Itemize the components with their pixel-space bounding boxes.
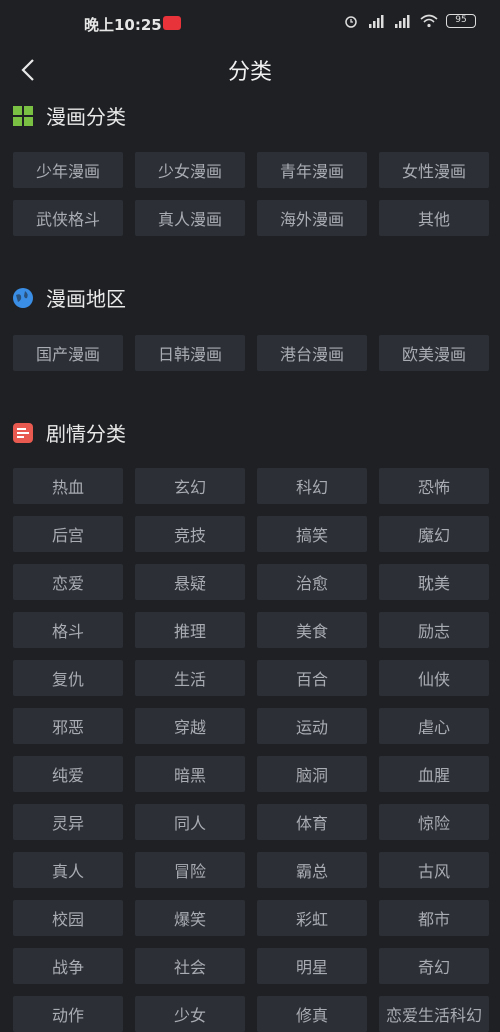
category-chip[interactable]: 暗黑: [135, 756, 245, 792]
status-icons: 95: [342, 14, 476, 28]
category-chip[interactable]: 国产漫画: [13, 335, 123, 371]
category-chip[interactable]: 体育: [257, 804, 367, 840]
category-chip[interactable]: 推理: [135, 612, 245, 648]
region-category-grid: 国产漫画 日韩漫画 港台漫画 欧美漫画: [13, 335, 489, 371]
category-chip[interactable]: 玄幻: [135, 468, 245, 504]
page-title: 分类: [227, 60, 272, 85]
category-chip[interactable]: 惊险: [379, 804, 489, 840]
category-chip[interactable]: 少女: [135, 996, 245, 1032]
category-chip[interactable]: 爆笑: [135, 900, 245, 936]
section-title: 漫画分类: [46, 105, 126, 129]
category-chip[interactable]: 穿越: [135, 708, 245, 744]
wifi-icon: [420, 14, 438, 28]
category-chip[interactable]: 青年漫画: [257, 152, 367, 188]
category-chip[interactable]: 格斗: [13, 612, 123, 648]
category-chip[interactable]: 明星: [257, 948, 367, 984]
category-chip[interactable]: 百合: [257, 660, 367, 696]
category-chip[interactable]: 虐心: [379, 708, 489, 744]
category-chip[interactable]: 彩虹: [257, 900, 367, 936]
category-chip[interactable]: 美食: [257, 612, 367, 648]
section-header-plot: 剧情分类: [12, 418, 126, 447]
category-chip[interactable]: 励志: [379, 612, 489, 648]
category-chip[interactable]: 科幻: [257, 468, 367, 504]
category-chip[interactable]: 霸总: [257, 852, 367, 888]
category-chip[interactable]: 日韩漫画: [135, 335, 245, 371]
category-chip[interactable]: 搞笑: [257, 516, 367, 552]
category-chip[interactable]: 少年漫画: [13, 152, 123, 188]
globe-icon: [13, 287, 33, 308]
category-chip[interactable]: 战争: [13, 948, 123, 984]
category-chip[interactable]: 社会: [135, 948, 245, 984]
category-chip[interactable]: 热血: [13, 468, 123, 504]
section-title: 剧情分类: [46, 422, 126, 446]
category-chip[interactable]: 武侠格斗: [13, 200, 123, 236]
category-chip[interactable]: 脑洞: [257, 756, 367, 792]
battery-icon: 95: [446, 14, 476, 28]
signal-icon: [369, 15, 384, 28]
category-chip[interactable]: 校园: [13, 900, 123, 936]
category-chip[interactable]: 仙侠: [379, 660, 489, 696]
category-chip[interactable]: 都市: [379, 900, 489, 936]
category-chip[interactable]: 港台漫画: [257, 335, 367, 371]
category-chip[interactable]: 恋爱: [13, 564, 123, 600]
category-chip[interactable]: 生活: [135, 660, 245, 696]
section-title: 漫画地区: [46, 287, 126, 311]
section-header-manga: 漫画分类: [12, 101, 126, 130]
category-chip[interactable]: 女性漫画: [379, 152, 489, 188]
grid-icon: [13, 105, 33, 126]
alarm-icon: [345, 16, 357, 28]
category-chip[interactable]: 动作: [13, 996, 123, 1032]
category-chip[interactable]: 恐怖: [379, 468, 489, 504]
category-chip[interactable]: 魔幻: [379, 516, 489, 552]
category-chip[interactable]: 邪恶: [13, 708, 123, 744]
category-chip[interactable]: 冒险: [135, 852, 245, 888]
category-chip[interactable]: 海外漫画: [257, 200, 367, 236]
category-chip[interactable]: 后宫: [13, 516, 123, 552]
section-header-region: 漫画地区: [12, 283, 126, 312]
category-chip[interactable]: 恋爱生活科幻: [379, 996, 489, 1032]
category-chip[interactable]: 纯爱: [13, 756, 123, 792]
category-chip[interactable]: 悬疑: [135, 564, 245, 600]
notification-badge-icon: [163, 16, 181, 30]
category-chip[interactable]: 灵异: [13, 804, 123, 840]
category-chip[interactable]: 奇幻: [379, 948, 489, 984]
plot-category-grid: 热血 玄幻 科幻 恐怖后宫 竞技 搞笑 魔幻恋爱 悬疑 治愈 耽美格斗 推理 美食 励志复仇 生活 百合 仙侠…: [13, 468, 489, 1032]
category-chip[interactable]: 运动: [257, 708, 367, 744]
category-chip[interactable]: 治愈: [257, 564, 367, 600]
category-chip[interactable]: 复仇: [13, 660, 123, 696]
category-chip[interactable]: 真人: [13, 852, 123, 888]
status-time: 晚上10:25: [84, 16, 162, 34]
category-chip[interactable]: 真人漫画: [135, 200, 245, 236]
status-bar: 晚上10:25 95: [0, 0, 500, 48]
category-chip[interactable]: 欧美漫画: [379, 335, 489, 371]
category-chip[interactable]: 血腥: [379, 756, 489, 792]
category-chip[interactable]: 古风: [379, 852, 489, 888]
category-chip[interactable]: 少女漫画: [135, 152, 245, 188]
top-bar: 分类: [0, 48, 500, 92]
category-chip[interactable]: 其他: [379, 200, 489, 236]
category-chip[interactable]: 耽美: [379, 564, 489, 600]
manga-category-grid: 少年漫画 少女漫画 青年漫画 女性漫画武侠格斗 真人漫画 海外漫画 其他: [13, 152, 489, 236]
list-icon: [13, 422, 33, 443]
category-chip[interactable]: 竞技: [135, 516, 245, 552]
signal-icon-2: [395, 15, 410, 28]
category-chip[interactable]: 同人: [135, 804, 245, 840]
category-chip[interactable]: 修真: [257, 996, 367, 1032]
